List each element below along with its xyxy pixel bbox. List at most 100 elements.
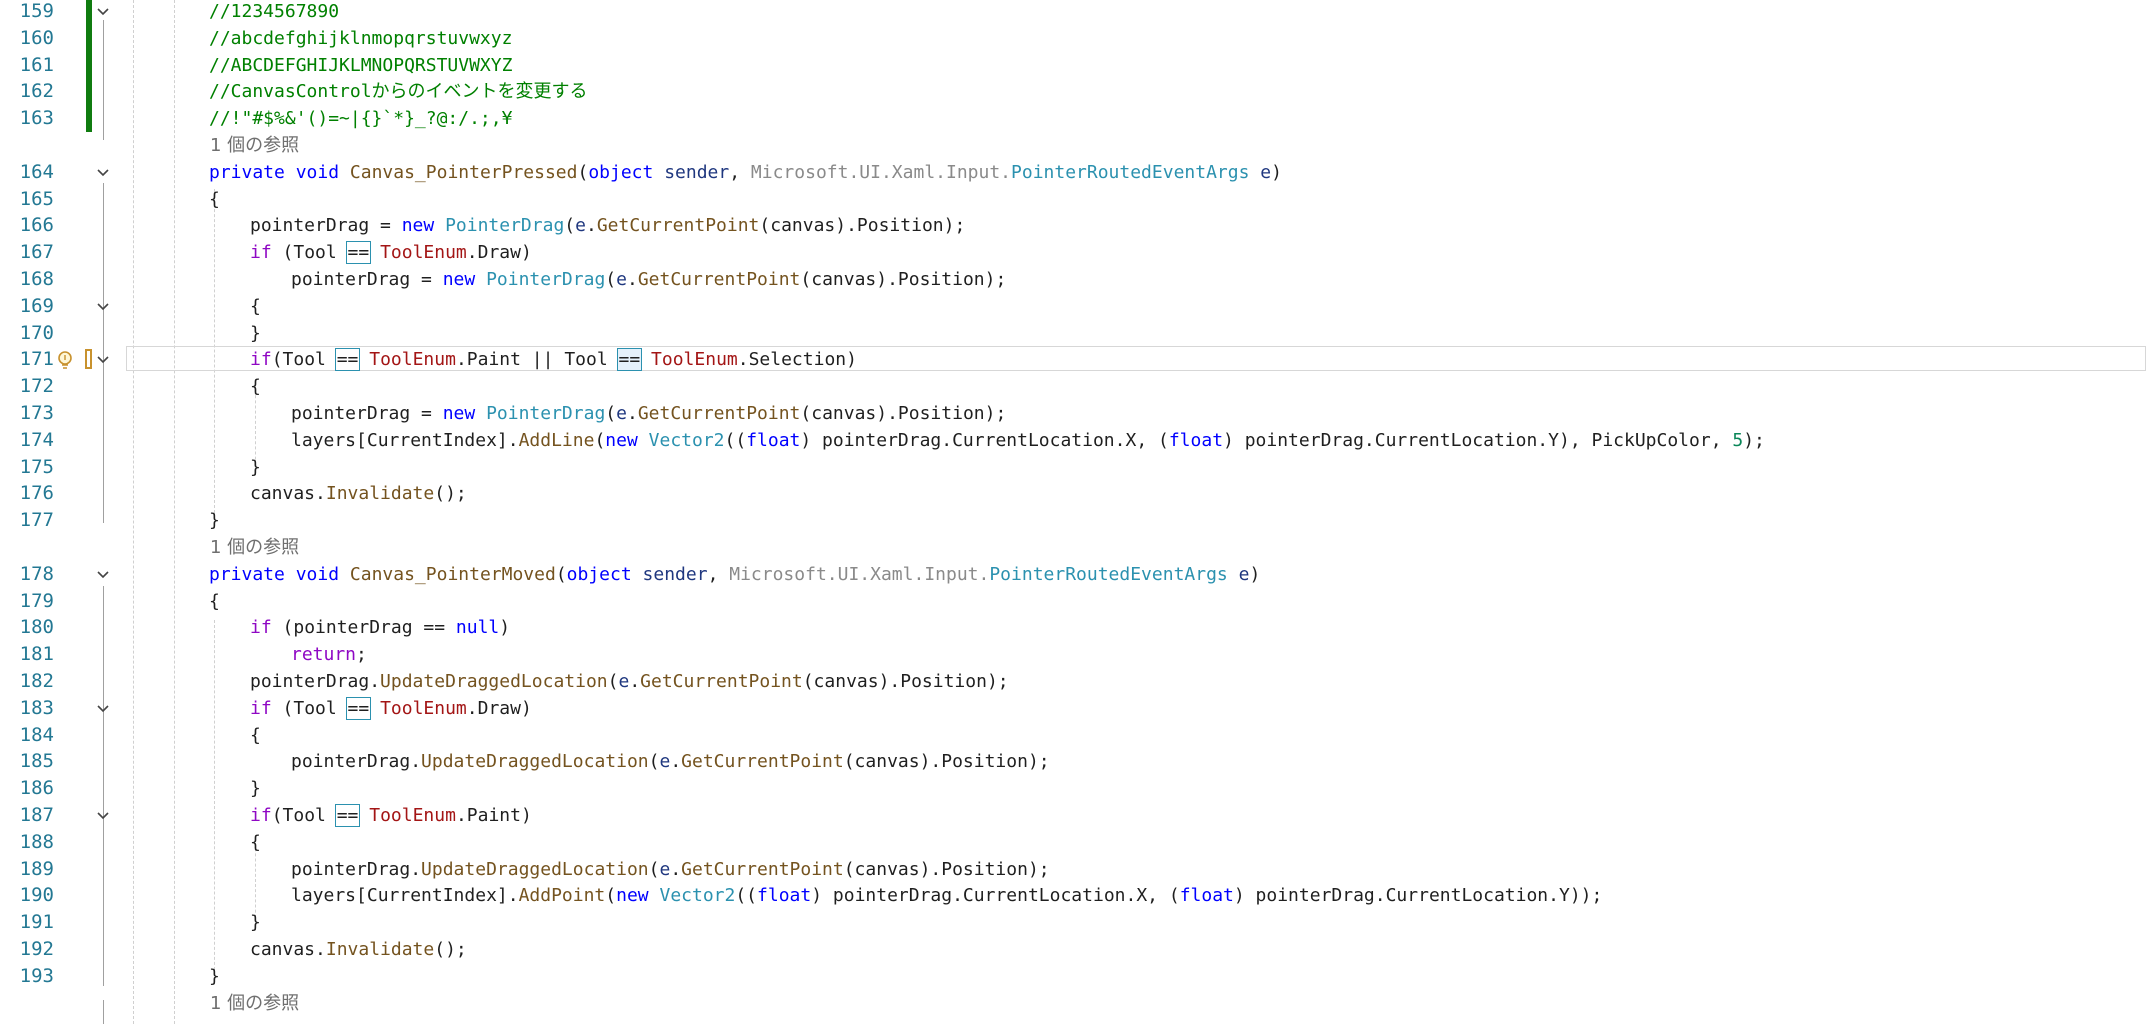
line-number[interactable]: 182 (0, 668, 54, 695)
line-number[interactable]: 172 (0, 373, 54, 400)
line-number[interactable]: 178 (0, 561, 54, 588)
line-number[interactable]: 184 (0, 722, 54, 749)
code-text[interactable]: canvas.Invalidate(); (250, 480, 467, 507)
code-text[interactable]: //ABCDEFGHIJKLMNOPQRSTUVWXYZ (209, 52, 512, 79)
lightbulb-icon[interactable] (56, 350, 74, 370)
code-line[interactable]: 187 if(Tool == ToolEnum.Paint) (0, 802, 2146, 829)
code-text[interactable]: return; (291, 641, 367, 668)
line-number[interactable]: 191 (0, 909, 54, 936)
code-line[interactable]: 181 return; (0, 641, 2146, 668)
code-line[interactable]: 180 if (pointerDrag == null) (0, 614, 2146, 641)
code-text[interactable]: { (209, 588, 220, 615)
code-text[interactable]: //CanvasControlからのイベントを変更する (209, 78, 588, 105)
code-line[interactable]: 177} (0, 507, 2146, 534)
line-number[interactable]: 169 (0, 293, 54, 320)
code-line[interactable]: 183 if (Tool == ToolEnum.Draw) (0, 695, 2146, 722)
line-number[interactable]: 175 (0, 454, 54, 481)
code-text[interactable]: //1234567890 (209, 0, 339, 25)
chevron-down-icon[interactable] (96, 165, 110, 179)
line-number[interactable]: 173 (0, 400, 54, 427)
code-text[interactable]: { (250, 373, 261, 400)
code-line[interactable]: 164 private void Canvas_PointerPressed(ob… (0, 159, 2146, 186)
codelens-reference-link[interactable]: 1 個の参照 (210, 990, 299, 1017)
code-line[interactable]: 191} (0, 909, 2146, 936)
chevron-down-icon[interactable] (96, 352, 110, 366)
code-text[interactable]: if (pointerDrag == null) (250, 614, 510, 641)
line-number[interactable]: 186 (0, 775, 54, 802)
code-line[interactable]: 159 //1234567890 (0, 0, 2146, 25)
code-text[interactable]: layers[CurrentIndex].AddPoint(new Vector… (291, 882, 1602, 909)
code-line[interactable]: 165 { (0, 186, 2146, 213)
code-line[interactable]: 168 pointerDrag = new PointerDrag(e.GetCu… (0, 266, 2146, 293)
line-number[interactable]: 161 (0, 52, 54, 79)
line-number[interactable]: 159 (0, 0, 54, 25)
code-text[interactable]: private void Canvas_PointerMoved(object … (209, 561, 1260, 588)
code-line[interactable]: 163 //!"#$%&'()=~|{}`*}_?@:/.;,¥ (0, 105, 2146, 133)
line-number[interactable]: 188 (0, 829, 54, 856)
code-text[interactable]: if(Tool == ToolEnum.Paint) (250, 802, 532, 829)
code-line[interactable]: 162 //CanvasControlからのイベントを変更する (0, 78, 2146, 106)
line-number[interactable]: 183 (0, 695, 54, 722)
code-line[interactable]: 193} (0, 963, 2146, 990)
line-number[interactable]: 160 (0, 25, 54, 52)
code-text[interactable]: } (209, 963, 220, 990)
code-line[interactable]: 186} (0, 775, 2146, 802)
line-number[interactable]: 167 (0, 239, 54, 266)
line-number[interactable]: 176 (0, 480, 54, 507)
code-text[interactable]: } (209, 507, 220, 534)
line-number[interactable]: 166 (0, 212, 54, 239)
code-line[interactable]: 172 { (0, 373, 2146, 400)
code-text[interactable]: { (250, 829, 261, 856)
line-number[interactable]: 163 (0, 105, 54, 132)
codelens-references[interactable]: 1 個の参照 (0, 534, 2146, 561)
code-text[interactable]: private void Canvas_PointerPressed(objec… (209, 159, 1282, 186)
code-text[interactable]: { (250, 722, 261, 749)
code-line[interactable]: 166 pointerDrag = new PointerDrag(e.GetCu… (0, 212, 2146, 239)
code-text[interactable]: pointerDrag.UpdateDraggedLocation(e.GetC… (250, 668, 1009, 695)
line-number[interactable]: 187 (0, 802, 54, 829)
line-number[interactable]: 162 (0, 78, 54, 105)
chevron-down-icon[interactable] (96, 808, 110, 822)
line-number[interactable]: 181 (0, 641, 54, 668)
code-line[interactable]: 170} (0, 320, 2146, 347)
codelens-references[interactable]: 1 個の参照 (0, 132, 2146, 159)
line-number[interactable]: 164 (0, 159, 54, 186)
line-number[interactable]: 189 (0, 856, 54, 883)
code-text[interactable]: canvas.Invalidate(); (250, 936, 467, 963)
code-line[interactable]: 188 { (0, 829, 2146, 856)
codelens-reference-link[interactable]: 1 個の参照 (210, 132, 299, 159)
code-line[interactable]: 160 //abcdefghijklnmopqrstuvwxyz (0, 24, 2146, 52)
code-line[interactable]: 185 pointerDrag.UpdateDraggedLocation(e.G… (0, 748, 2146, 775)
chevron-down-icon[interactable] (96, 299, 110, 313)
code-line[interactable]: 161 //ABCDEFGHIJKLMNOPQRSTUVWXYZ (0, 51, 2146, 79)
code-line[interactable]: 173 pointerDrag = new PointerDrag(e.GetCu… (0, 400, 2146, 427)
code-line[interactable]: 184 { (0, 722, 2146, 749)
line-number[interactable]: 177 (0, 507, 54, 534)
code-line[interactable]: 174 layers[CurrentIndex].AddLine(new Vect… (0, 427, 2146, 454)
code-text[interactable]: pointerDrag = new PointerDrag(e.GetCurre… (250, 212, 965, 239)
code-line[interactable]: 190 layers[CurrentIndex].AddPoint(new Vec… (0, 882, 2146, 909)
line-number[interactable]: 192 (0, 936, 54, 963)
code-editor[interactable]: 159 //1234567890 160 //abcdefghijklnmopqrst… (0, 0, 2146, 1024)
line-number[interactable]: 174 (0, 427, 54, 454)
code-line[interactable]: 192 canvas.Invalidate(); (0, 936, 2146, 963)
code-text[interactable]: pointerDrag = new PointerDrag(e.GetCurre… (291, 266, 1006, 293)
code-text[interactable]: } (250, 454, 261, 481)
line-number[interactable]: 190 (0, 882, 54, 909)
code-text[interactable]: layers[CurrentIndex].AddLine(new Vector2… (291, 427, 1765, 454)
code-line[interactable]: 182 pointerDrag.UpdateDraggedLocation(e.G… (0, 668, 2146, 695)
code-text[interactable]: if (Tool == ToolEnum.Draw) (250, 239, 532, 266)
code-text[interactable]: if (Tool == ToolEnum.Draw) (250, 695, 532, 722)
chevron-down-icon[interactable] (96, 4, 110, 18)
chevron-down-icon[interactable] (96, 567, 110, 581)
code-text[interactable]: } (250, 320, 261, 347)
code-text[interactable]: pointerDrag.UpdateDraggedLocation(e.GetC… (291, 856, 1050, 883)
code-text[interactable]: } (250, 909, 261, 936)
codelens-references[interactable]: 1 個の参照 (0, 990, 2146, 1017)
code-line[interactable]: 176 canvas.Invalidate(); (0, 480, 2146, 507)
line-number[interactable]: 170 (0, 320, 54, 347)
line-number[interactable]: 168 (0, 266, 54, 293)
code-text[interactable]: if(Tool == ToolEnum.Paint || Tool == Too… (250, 346, 857, 373)
code-line[interactable]: 167 if (Tool == ToolEnum.Draw) (0, 239, 2146, 266)
code-line[interactable]: 171 if(Tool == ToolEnum.Paint || Tool == … (0, 346, 2146, 373)
